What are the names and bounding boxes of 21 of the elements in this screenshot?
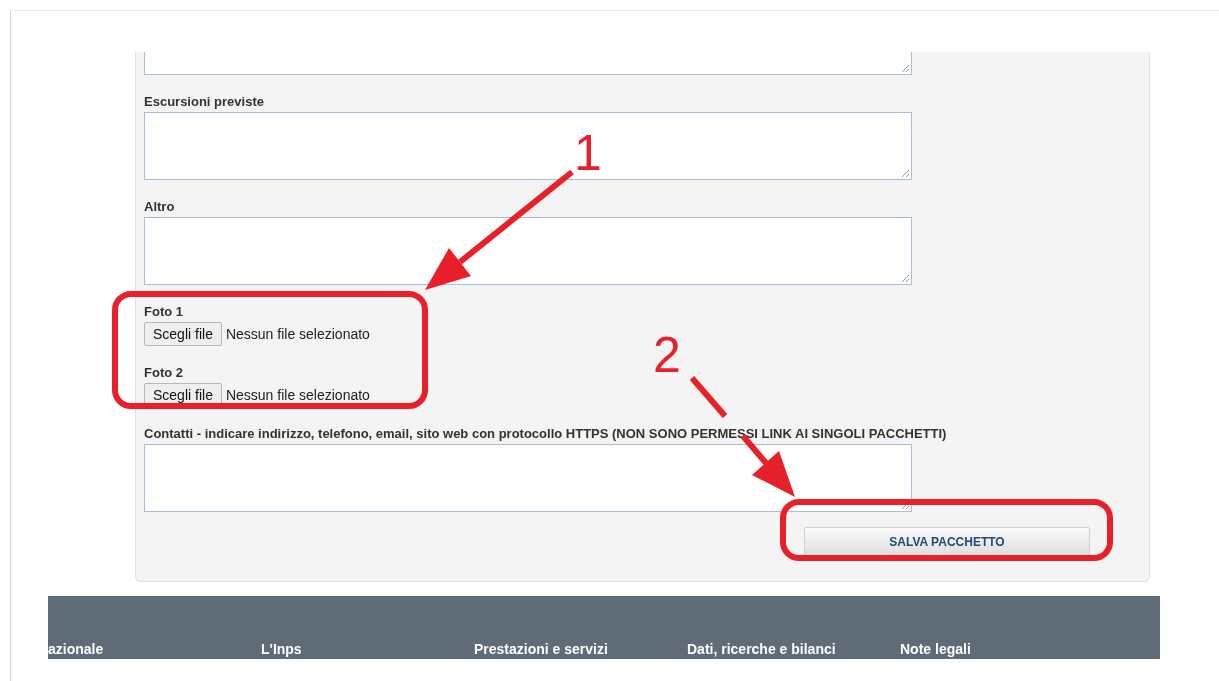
field-label: Foto 2: [144, 366, 184, 380]
footer-link[interactable]: Dati, ricerche e bilanci: [687, 641, 900, 657]
field-label: Escursioni previste: [144, 95, 265, 109]
text-area[interactable]: [144, 444, 912, 512]
footer-link[interactable]: Prestazioni e servizi: [474, 641, 687, 657]
resize-grip-icon: [901, 274, 910, 283]
file-status: Nessun file selezionato: [225, 326, 370, 342]
text-area[interactable]: [144, 217, 912, 285]
field-label: Contatti - indicare indirizzo, telefono, email, sito web con protocollo HTTPS (NON SONO PERMESSI LINK AI SINGOLI PACCHETTI): [144, 427, 948, 441]
footer-link[interactable]: azionale: [48, 641, 261, 657]
footer-link[interactable]: Note legali: [900, 641, 1113, 657]
file-status: Nessun file selezionato: [225, 387, 370, 403]
step-number: 1: [574, 128, 602, 178]
footer-link[interactable]: L'Inps: [261, 641, 474, 657]
save-button[interactable]: SALVA PACCHETTO: [804, 527, 1090, 557]
resize-grip-icon: [901, 169, 910, 178]
step-number: 2: [653, 330, 681, 380]
choose-file-button[interactable]: Scegli file: [144, 322, 222, 346]
resize-grip-icon: [901, 64, 910, 73]
field-label: Foto 1: [144, 305, 184, 319]
field-label: Altro: [144, 200, 176, 214]
